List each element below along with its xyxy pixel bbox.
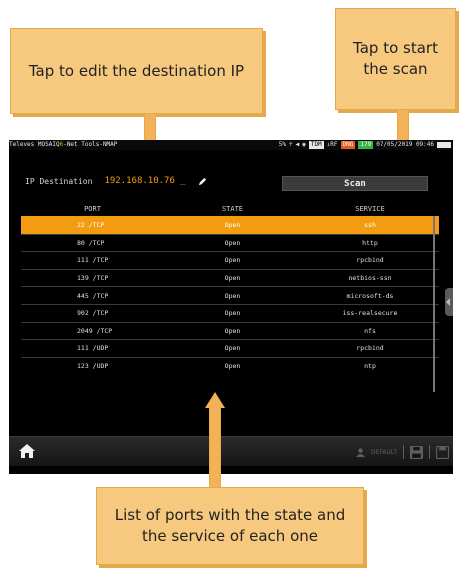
rf-indicator: ↓RF [326, 141, 338, 148]
table-row[interactable]: 22 /TCP Open ssh [21, 216, 439, 234]
table-row[interactable]: 2049 /TCP Open nfs [21, 321, 439, 340]
cell-service: netbios-ssn [348, 274, 392, 283]
app-title: Televes MOSAIQ6-Net Tools-NMAP [9, 140, 117, 150]
table-rows: 22 /TCP Open ssh 80 /TCP Open http 111 /… [21, 216, 439, 374]
cell-service: rpcbind [356, 344, 384, 353]
divider [403, 445, 404, 459]
arrow-list-head [205, 392, 225, 408]
cell-port: 80 /TCP [77, 238, 105, 247]
ip-destination-label: IP Destination [25, 176, 93, 186]
cell-service: microsoft-ds [346, 291, 394, 300]
ip-destination-row[interactable]: IP Destination 192.168.10.76 _ [25, 176, 207, 186]
cell-port: 22 /TCP [77, 221, 105, 230]
table-row[interactable]: 445 /TCP Open microsoft-ds [21, 286, 439, 304]
ip-destination-value[interactable]: 192.168.10.76 _ [104, 176, 185, 186]
table-row[interactable]: 111 /TCP Open rpcbind [21, 251, 439, 269]
battery-icon [437, 142, 451, 148]
device-screen: Televes MOSAIQ6-Net Tools-NMAP 5% ☥ ◀ ◉ … [9, 140, 453, 474]
user-icon[interactable] [356, 447, 365, 457]
cell-state: Open [224, 256, 241, 265]
cell-port: 902 /TCP [77, 309, 109, 318]
cell-port: 445 /TCP [77, 291, 109, 300]
cell-state: Open [224, 344, 241, 353]
callout-port-list: List of ports with the state and the ser… [96, 487, 364, 565]
cell-port: 111 /UDP [77, 344, 109, 353]
cell-port: 139 /TCP [77, 274, 109, 283]
bottom-actions: DEFAULT [356, 445, 449, 459]
header-service: SERVICE [355, 205, 385, 213]
save-as-icon[interactable] [436, 445, 449, 459]
cell-service: http [362, 238, 378, 247]
side-panel-tab[interactable] [445, 288, 453, 316]
cell-port: 123 /UDP [77, 362, 109, 371]
cell-service: rpcbind [356, 256, 384, 265]
level-badge: 179 [358, 141, 374, 149]
header-state: STATE [221, 205, 244, 213]
cell-service: nfs [364, 326, 376, 335]
callout-edit-ip-text: Tap to edit the destination IP [28, 61, 245, 80]
cell-service: ntp [364, 362, 376, 371]
table-header: PORT STATE SERVICE [21, 202, 439, 216]
record-icon: ◉ [302, 141, 306, 148]
table-row[interactable]: 139 /TCP Open netbios-ssn [21, 268, 439, 287]
cell-state: Open [224, 274, 241, 283]
scan-button[interactable]: Scan [282, 176, 428, 191]
status-bar: Televes MOSAIQ6-Net Tools-NMAP 5% ☥ ◀ ◉ … [9, 140, 453, 150]
tdm-badge: TDM [308, 141, 324, 149]
app-path: -Net Tools-NMAP [63, 141, 118, 148]
table-row[interactable]: 902 /TCP Open iss-realsecure [21, 303, 439, 322]
signal-percent: 5% [278, 141, 286, 148]
home-icon[interactable] [19, 444, 35, 458]
speaker-icon: ◀ [295, 141, 300, 148]
cell-port: 111 /TCP [77, 256, 109, 265]
bottom-bar: DEFAULT [9, 436, 453, 466]
cell-state: Open [224, 309, 241, 318]
brand-name: Televes MOSAIQ [9, 141, 60, 148]
save-icon[interactable] [410, 445, 423, 459]
divider [429, 445, 430, 459]
cell-state: Open [224, 362, 241, 371]
cell-service: ssh [364, 221, 376, 230]
cell-state: Open [224, 221, 241, 230]
cell-state: Open [224, 238, 241, 247]
callout-port-list-text: List of ports with the state and the ser… [114, 506, 346, 545]
cell-port: 2049 /TCP [77, 326, 113, 335]
network-icon: ☥ [288, 141, 293, 148]
callout-start-scan: Tap to start the scan [335, 8, 456, 110]
cell-service: iss-realsecure [342, 309, 398, 318]
callout-edit-ip: Tap to edit the destination IP [10, 28, 263, 114]
dng-badge: DNG [340, 141, 356, 149]
pencil-icon[interactable] [198, 177, 207, 186]
table-row[interactable]: 111 /UDP Open rpcbind [21, 339, 439, 357]
cell-state: Open [224, 291, 241, 300]
datetime: 07/05/2019 09:46 [376, 141, 434, 148]
port-table: PORT STATE SERVICE 22 /TCP Open ssh 80 /… [21, 202, 439, 374]
list-scrollbar[interactable] [433, 216, 435, 392]
default-label[interactable]: DEFAULT [371, 449, 397, 456]
status-indicators: 5% ☥ ◀ ◉ TDM ↓RF DNG 179 07/05/2019 09:4… [279, 140, 451, 150]
callout-start-scan-text: Tap to start the scan [353, 39, 438, 78]
table-row[interactable]: 123 /UDP Open ntp [21, 356, 439, 375]
table-row[interactable]: 80 /TCP Open http [21, 233, 439, 252]
header-port: PORT [84, 205, 101, 213]
arrow-list-shaft [209, 407, 221, 488]
cell-state: Open [224, 326, 241, 335]
